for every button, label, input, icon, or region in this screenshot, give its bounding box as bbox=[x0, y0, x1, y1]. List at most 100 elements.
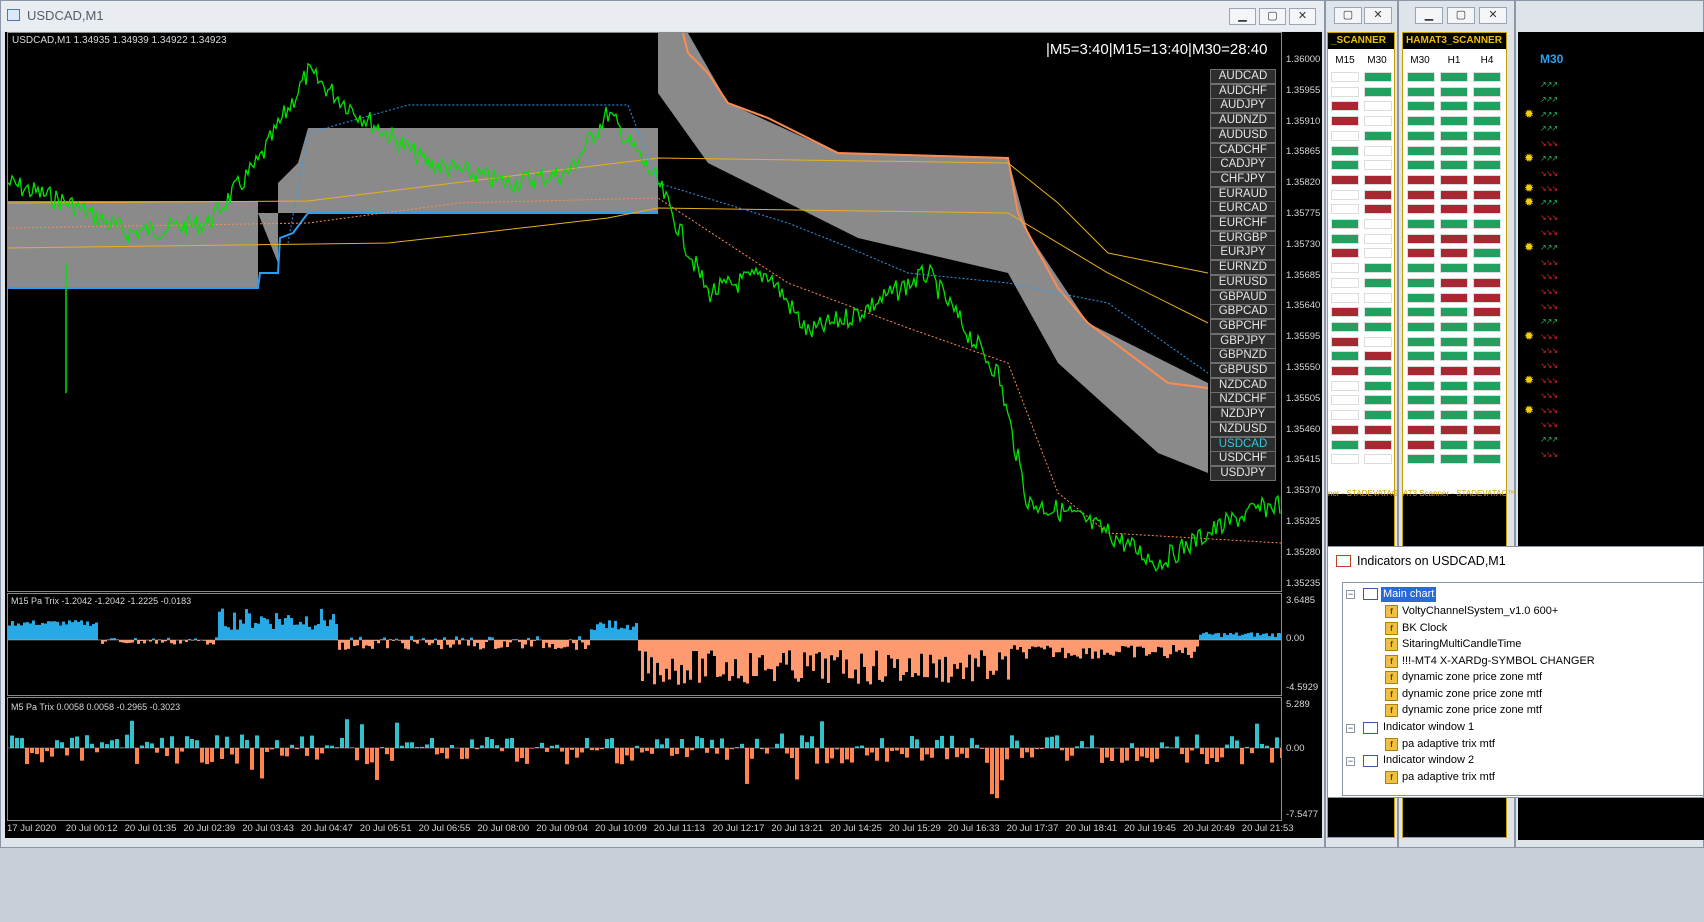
tree-indicator-item[interactable]: dynamic zone price zone mtf bbox=[1402, 687, 1542, 702]
histogram-bar bbox=[200, 748, 204, 763]
time-label: 17 Jul 2020 bbox=[7, 823, 57, 834]
chart-area[interactable]: USDCAD,M1 1.34935 1.34939 1.34922 1.3492… bbox=[5, 32, 1322, 838]
scanner-cell bbox=[1407, 248, 1435, 259]
symbol-button-audusd[interactable]: AUDUSD bbox=[1210, 127, 1276, 143]
close-icon[interactable]: ✕ bbox=[1289, 8, 1316, 25]
tree-indicator-item[interactable]: VoltyChannelSystem_v1.0 600+ bbox=[1402, 604, 1558, 619]
trend-arrows-icon: ↘↘↘ bbox=[1540, 450, 1558, 459]
main-price-pane[interactable]: USDCAD,M1 1.34935 1.34939 1.34922 1.3492… bbox=[7, 32, 1282, 592]
histogram-bar bbox=[446, 640, 449, 645]
histogram-bar bbox=[461, 637, 464, 640]
title-bar[interactable]: USDCAD,M1 ▁ ▢ ✕ bbox=[1, 1, 1324, 31]
histogram-bar bbox=[1064, 640, 1067, 659]
histogram-bar bbox=[1185, 748, 1189, 763]
price-label: 1.36000 bbox=[1286, 54, 1321, 65]
symbol-button-gbpnzd[interactable]: GBPNZD bbox=[1210, 348, 1276, 364]
collapse-window2-icon[interactable]: − bbox=[1346, 757, 1355, 766]
tree-window2-item[interactable]: pa adaptive trix mtf bbox=[1402, 770, 1495, 785]
symbol-button-usdcad[interactable]: USDCAD bbox=[1210, 436, 1276, 452]
histogram-bar bbox=[985, 748, 989, 763]
histogram-bar bbox=[80, 748, 84, 761]
symbol-button-gbpcad[interactable]: GBPCAD bbox=[1210, 304, 1276, 320]
scanner1-close-icon[interactable]: ✕ bbox=[1364, 7, 1392, 24]
histogram-bar bbox=[335, 623, 338, 640]
scanner-cell bbox=[1440, 116, 1468, 127]
symbol-button-audcad[interactable]: AUDCAD bbox=[1210, 69, 1276, 84]
time-label: 20 Jul 05:51 bbox=[359, 823, 412, 834]
symbol-button-eurcad[interactable]: EURCAD bbox=[1210, 201, 1276, 217]
tree-main-chart[interactable]: Main chart bbox=[1381, 587, 1437, 602]
tree-window1-item[interactable]: pa adaptive trix mtf bbox=[1402, 737, 1495, 752]
symbol-button-gbpusd[interactable]: GBPUSD bbox=[1210, 363, 1276, 378]
indicator-window-2[interactable]: M5 Pa Trix 0.0058 0.0058 -0.2965 -0.3023 bbox=[7, 697, 1282, 821]
tree-indicator-item[interactable]: dynamic zone price zone mtf bbox=[1402, 670, 1542, 685]
histogram-bar bbox=[755, 738, 759, 748]
symbol-button-gbpjpy[interactable]: GBPJPY bbox=[1210, 333, 1276, 349]
minimize-icon[interactable]: ▁ bbox=[1229, 8, 1256, 25]
histogram-bar bbox=[821, 640, 824, 679]
tree-indicator-item[interactable]: !!!-MT4 X-XARDg-SYMBOL CHANGER bbox=[1402, 654, 1595, 669]
restore-icon[interactable]: ▢ bbox=[1259, 8, 1286, 25]
scanner-cell bbox=[1473, 277, 1501, 288]
symbol-button-usdchf[interactable]: USDCHF bbox=[1210, 451, 1276, 467]
histogram-bar bbox=[587, 640, 590, 646]
symbol-button-nzdchf[interactable]: NZDCHF bbox=[1210, 392, 1276, 408]
histogram-bar bbox=[812, 640, 815, 671]
price-label: 1.35910 bbox=[1286, 115, 1321, 127]
symbol-button-audchf[interactable]: AUDCHF bbox=[1210, 83, 1276, 99]
tree-indicator-item[interactable]: SitaringMultiCandleTime bbox=[1402, 637, 1521, 652]
sun-icon: ✹ bbox=[1524, 180, 1535, 195]
symbol-button-eurgbp[interactable]: EURGBP bbox=[1210, 230, 1276, 246]
histogram-bar bbox=[80, 620, 83, 640]
sun-icon: ✹ bbox=[1524, 402, 1535, 417]
symbol-button-nzdcad[interactable]: NZDCAD bbox=[1210, 377, 1276, 393]
scanner-cell bbox=[1331, 395, 1359, 406]
symbol-button-nzdjpy[interactable]: NZDJPY bbox=[1210, 407, 1276, 423]
collapse-main-icon[interactable]: − bbox=[1346, 590, 1355, 599]
histogram-bar bbox=[385, 748, 389, 755]
tree-indicator-item[interactable]: dynamic zone price zone mtf bbox=[1402, 703, 1542, 718]
histogram-bar bbox=[656, 640, 659, 663]
scanner-cell bbox=[1331, 160, 1359, 171]
scanner2-close-icon[interactable]: ✕ bbox=[1479, 7, 1507, 24]
histogram-bar bbox=[1150, 748, 1154, 763]
tree-indicator-item[interactable]: BK Clock bbox=[1402, 621, 1447, 636]
scanner2-minimize-icon[interactable]: ▁ bbox=[1415, 7, 1443, 24]
symbol-button-eurchf[interactable]: EURCHF bbox=[1210, 216, 1276, 231]
indicators-tree[interactable]: − Main chart f VoltyChannelSystem_v1.0 60… bbox=[1342, 582, 1704, 796]
symbol-button-audnzd[interactable]: AUDNZD bbox=[1210, 113, 1276, 129]
symbol-button-euraud[interactable]: EURAUD bbox=[1210, 186, 1276, 202]
tree-indicator-window-2[interactable]: Indicator window 2 bbox=[1383, 753, 1474, 768]
symbol-button-gbpaud[interactable]: GBPAUD bbox=[1210, 289, 1276, 305]
histogram-bar bbox=[488, 636, 491, 640]
scanner1-restore-icon[interactable]: ▢ bbox=[1334, 7, 1362, 24]
symbol-button-eurjpy[interactable]: EURJPY bbox=[1210, 245, 1276, 261]
histogram-bar bbox=[1034, 640, 1037, 648]
collapse-window1-icon[interactable]: − bbox=[1346, 724, 1355, 733]
scanner-cell bbox=[1473, 380, 1501, 391]
symbol-button-chfjpy[interactable]: CHFJPY bbox=[1210, 171, 1276, 187]
symbol-button-eurusd[interactable]: EURUSD bbox=[1210, 274, 1276, 290]
trend-arrows-icon: ↘↘↘ bbox=[1540, 287, 1558, 297]
tree-indicator-window-1[interactable]: Indicator window 1 bbox=[1383, 720, 1474, 735]
symbol-button-cadchf[interactable]: CADCHF bbox=[1210, 142, 1276, 158]
scanner1-col-m30: M30 bbox=[1367, 55, 1387, 66]
histogram-bar bbox=[435, 748, 439, 755]
histogram-bar bbox=[140, 745, 144, 748]
histogram-bar bbox=[920, 748, 924, 761]
symbol-button-gbpchf[interactable]: GBPCHF bbox=[1210, 318, 1276, 334]
histogram-bar bbox=[1210, 748, 1214, 759]
symbol-button-usdjpy[interactable]: USDJPY bbox=[1210, 465, 1276, 481]
histogram-bar bbox=[368, 640, 371, 647]
symbol-button-nzdusd[interactable]: NZDUSD bbox=[1210, 421, 1276, 437]
histogram-bar bbox=[715, 748, 719, 754]
scanner2-restore-icon[interactable]: ▢ bbox=[1447, 7, 1475, 24]
scanner-cell bbox=[1407, 263, 1435, 274]
histogram-bar bbox=[995, 640, 998, 671]
symbol-button-audjpy[interactable]: AUDJPY bbox=[1210, 98, 1276, 114]
scanner-cell bbox=[1331, 248, 1359, 259]
symbol-button-cadjpy[interactable]: CADJPY bbox=[1210, 157, 1276, 173]
indicator-window-1[interactable]: M15 Pa Trix -1.2042 -1.2042 -1.2225 -0.0… bbox=[7, 593, 1282, 696]
histogram-bar bbox=[1196, 640, 1199, 647]
symbol-button-eurnzd[interactable]: EURNZD bbox=[1210, 260, 1276, 276]
